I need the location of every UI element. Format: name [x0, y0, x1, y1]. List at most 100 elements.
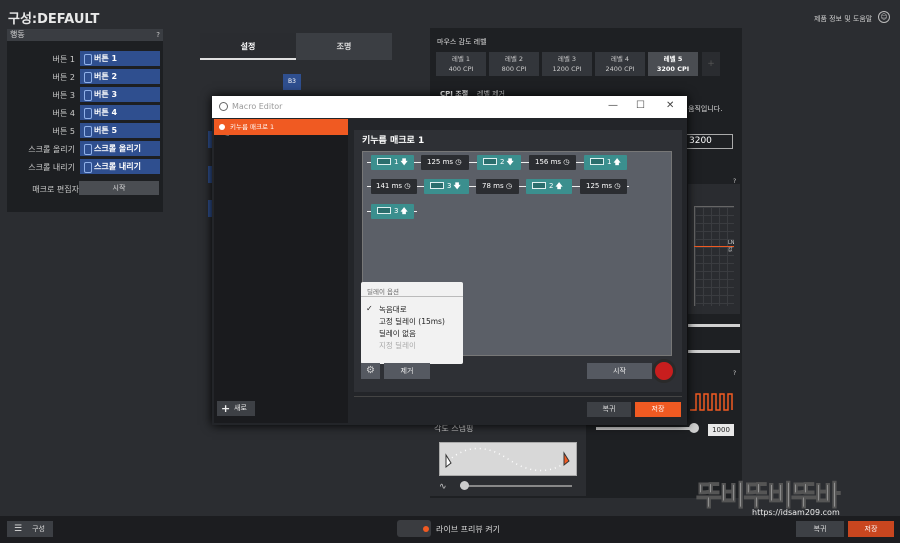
actions-panel: 행동 ? 버튼 1 버튼 1 버튼 2 버튼 2 버튼 3 버튼 3 버튼 4 …	[7, 29, 163, 212]
lod-chart-area: LN 값	[688, 184, 740, 314]
checkmark-icon: ✓	[366, 304, 373, 313]
delay-option-fixed[interactable]: 고정 딜레이 (15ms)	[379, 316, 445, 327]
action-row-button-1: 버튼 1 버튼 1	[7, 51, 163, 67]
cpi-value-input[interactable]: 3200	[685, 134, 733, 149]
tab-settings[interactable]: 설정	[200, 33, 296, 60]
action-label: 버튼 1	[52, 55, 75, 64]
live-indicator-icon	[423, 526, 429, 532]
gear-icon[interactable]: ⚙	[361, 363, 380, 379]
add-level-icon[interactable]: +	[702, 52, 720, 76]
close-icon[interactable]: ✕	[666, 100, 674, 111]
actions-header: 행동 ?	[7, 29, 163, 41]
lod-side-label: LN 값	[728, 240, 735, 253]
delay-block[interactable]: 78 ms ◷	[476, 179, 519, 194]
polling-slider-knob[interactable]	[689, 423, 699, 433]
key-label: 3	[394, 207, 399, 215]
angle-curve	[445, 447, 570, 472]
clock-icon: ◷	[505, 182, 512, 190]
config-button[interactable]: ☰ 구성	[7, 521, 53, 537]
polling-slider-track[interactable]	[596, 427, 696, 430]
sensitivity-header: 마우스 감도 레벨	[437, 38, 487, 46]
action-assign-scroll-up[interactable]: 스크롤 올리기	[80, 141, 160, 156]
key-label: 2	[500, 158, 505, 166]
start-recording-button[interactable]: 시작	[587, 363, 652, 379]
footer-divider	[354, 396, 682, 397]
delay-option-none[interactable]: 딜레이 없음	[379, 328, 416, 339]
keyboard-icon	[377, 206, 391, 214]
dpi-level-cpi: 1200 CPI	[552, 65, 582, 73]
lod-help-icon[interactable]: ?	[733, 178, 736, 185]
action-assign-button-3[interactable]: 버튼 3	[80, 87, 160, 102]
macro-undo-button[interactable]: 복귀	[587, 402, 631, 417]
dpi-level-cpi: 2400 CPI	[605, 65, 635, 73]
dpi-level-cpi: 800 CPI	[501, 65, 527, 73]
dpi-level-name: 레벨 5	[663, 55, 683, 63]
record-icon[interactable]	[652, 359, 676, 383]
maximize-icon[interactable]: ☐	[636, 100, 645, 111]
help-icon[interactable]: ☺	[878, 11, 890, 23]
delay-menu-header: 딜레이 옵션	[367, 288, 399, 296]
dpi-level-2[interactable]: 레벨 2 800 CPI	[489, 52, 539, 76]
minimize-icon[interactable]: —	[608, 100, 618, 111]
slider-track[interactable]	[688, 324, 740, 327]
delay-block[interactable]: 141 ms ◷	[371, 179, 417, 194]
arrow-down-icon: 🡇	[400, 158, 408, 166]
arrow-up-icon: 🡅	[613, 158, 621, 166]
dpi-level-4[interactable]: 레벨 4 2400 CPI	[595, 52, 645, 76]
delay-label: 156 ms	[535, 158, 562, 166]
list-icon: ☰	[14, 524, 23, 534]
window-title: Macro Editor	[232, 102, 283, 111]
action-assign-button-2[interactable]: 버튼 2	[80, 69, 160, 84]
new-macro-button[interactable]: + 새로	[217, 401, 255, 416]
dpi-level-3[interactable]: 레벨 3 1200 CPI	[542, 52, 592, 76]
action-assign-button-4[interactable]: 버튼 4	[80, 105, 160, 120]
menu-divider	[361, 296, 463, 297]
cpi-description-text: 움직입니다.	[688, 105, 723, 113]
action-assign-button-5[interactable]: 버튼 5	[80, 123, 160, 138]
action-label: 버튼 5	[52, 127, 75, 136]
b3-badge[interactable]: B3	[283, 74, 301, 90]
clock-icon: ◷	[404, 182, 411, 190]
wave-icon: ∿	[439, 482, 447, 492]
undo-button[interactable]: 복귀	[796, 521, 844, 537]
dpi-level-cpi: 3200 CPI	[656, 65, 690, 73]
help-link[interactable]: 제품 정보 및 도움말	[814, 14, 872, 24]
key-down-block[interactable]: 2 🡇	[477, 155, 521, 170]
delay-block[interactable]: 156 ms ◷	[529, 155, 576, 170]
key-up-block[interactable]: 2 🡅	[526, 179, 572, 194]
tab-lighting[interactable]: 조명	[296, 33, 392, 60]
key-down-block[interactable]: 1 🡇	[371, 155, 414, 170]
action-row-scroll-up: 스크롤 올리기 스크롤 올리기	[7, 141, 163, 157]
dpi-level-name: 레벨 3	[557, 55, 577, 63]
dpi-level-5[interactable]: 레벨 5 3200 CPI	[648, 52, 698, 76]
angle-slider-track[interactable]	[460, 485, 572, 487]
polling-value[interactable]: 1000	[708, 424, 734, 436]
key-down-block[interactable]: 3 🡇	[424, 179, 469, 194]
remove-button[interactable]: 제거	[384, 363, 430, 379]
polling-help-icon[interactable]: ?	[733, 370, 736, 377]
actions-help-icon[interactable]: ?	[156, 29, 160, 41]
macro-save-button[interactable]: 저장	[635, 402, 681, 417]
key-up-block[interactable]: 1 🡅	[584, 155, 627, 170]
delay-label: 125 ms	[427, 158, 454, 166]
macro-list-item[interactable]: 키누름 매크로 1	[214, 119, 348, 135]
polling-waveform	[690, 393, 733, 411]
delay-option-as-recorded[interactable]: 녹음대로	[379, 304, 407, 315]
new-macro-label: 새로	[234, 404, 247, 412]
macro-editor-row: 매크로 편집자 시작	[7, 181, 163, 197]
clock-icon: ◷	[614, 182, 621, 190]
macro-editor-start-button[interactable]: 시작	[79, 181, 159, 195]
delay-option-custom[interactable]: 지정 딜레이	[379, 340, 416, 351]
keyboard-icon	[590, 157, 604, 165]
angle-slider-knob[interactable]	[460, 481, 469, 490]
slider-track[interactable]	[688, 350, 740, 353]
action-assign-button-1[interactable]: 버튼 1	[80, 51, 160, 66]
angle-snapping-preview	[439, 442, 577, 476]
save-button[interactable]: 저장	[848, 521, 894, 537]
delay-block[interactable]: 125 ms ◷	[580, 179, 627, 194]
dpi-level-1[interactable]: 레벨 1 400 CPI	[436, 52, 486, 76]
macro-editor-titlebar[interactable]: Macro Editor — ☐ ✕	[212, 96, 687, 118]
action-assign-scroll-down[interactable]: 스크롤 내리기	[80, 159, 160, 174]
key-up-block[interactable]: 3 🡅	[371, 204, 414, 219]
delay-block[interactable]: 125 ms ◷	[421, 155, 469, 170]
